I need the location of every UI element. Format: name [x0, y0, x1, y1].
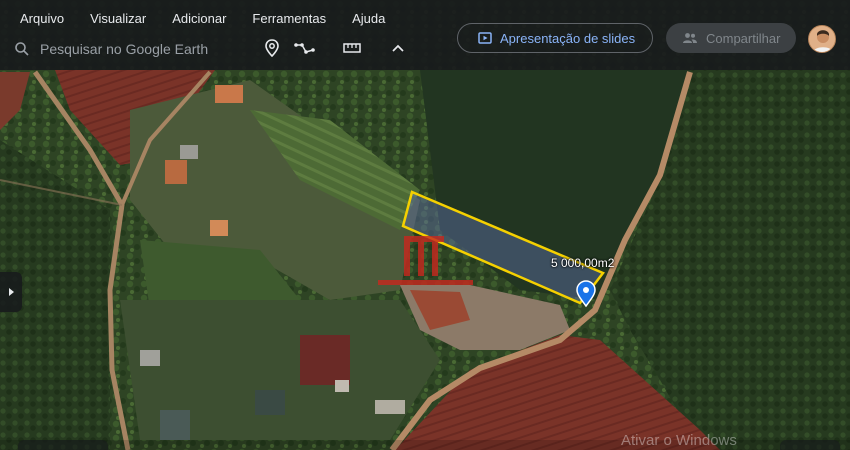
- slideshow-button[interactable]: Apresentação de slides: [457, 23, 653, 53]
- search-icon: [15, 42, 29, 56]
- menu-bar: Arquivo Visualizar Adicionar Ferramentas…: [0, 9, 399, 29]
- search-bar: [14, 36, 245, 62]
- path-icon[interactable]: [294, 37, 316, 59]
- menu-file[interactable]: Arquivo: [0, 9, 76, 29]
- menu-view[interactable]: Visualizar: [78, 9, 158, 29]
- slideshow-label: Apresentação de slides: [500, 30, 636, 46]
- people-icon: [683, 33, 697, 43]
- bottom-left-control[interactable]: [18, 440, 108, 450]
- menu-add[interactable]: Adicionar: [160, 9, 238, 29]
- chevron-right-icon: [9, 288, 14, 296]
- bottom-right-control[interactable]: [780, 440, 840, 450]
- menu-help[interactable]: Ajuda: [340, 9, 397, 29]
- location-pin-icon[interactable]: [261, 37, 283, 59]
- menu-tools[interactable]: Ferramentas: [240, 9, 338, 29]
- top-bar: Arquivo Visualizar Adicionar Ferramentas…: [0, 0, 850, 70]
- area-measurement-label: 5 000,00m2: [551, 256, 615, 270]
- share-label: Compartilhar: [706, 30, 781, 46]
- chevron-up-icon[interactable]: [387, 37, 409, 59]
- share-button[interactable]: Compartilhar: [666, 23, 796, 53]
- avatar[interactable]: [808, 25, 836, 53]
- side-panel-toggle[interactable]: [0, 272, 22, 312]
- search-input[interactable]: [40, 41, 245, 57]
- windows-activation-watermark: Ativar o Windows: [621, 432, 737, 449]
- ruler-icon[interactable]: [341, 37, 363, 59]
- slideshow-icon: [478, 32, 492, 44]
